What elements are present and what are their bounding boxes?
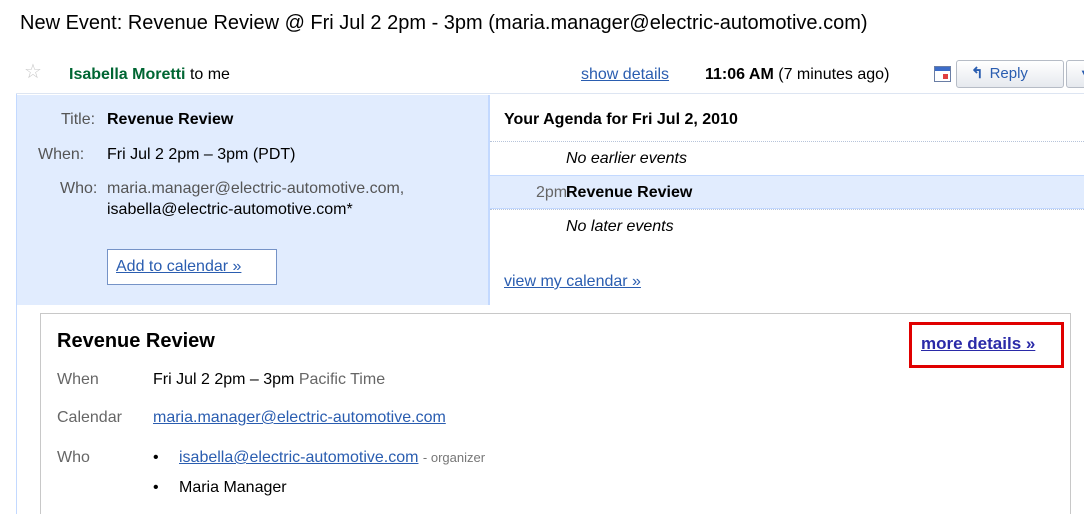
who-value-1: maria.manager@electric-automotive.com,: [107, 180, 405, 197]
agenda-event: No later events: [566, 218, 674, 235]
guest-bullet: •: [153, 449, 159, 466]
guest-name: Maria Manager: [179, 479, 287, 496]
guest-item: Maria Manager: [179, 479, 287, 497]
dropdown-arrow-icon: ▼: [1079, 66, 1084, 81]
reply-button[interactable]: ↰ Reply: [956, 60, 1064, 88]
add-to-calendar-button[interactable]: Add to calendar »: [107, 249, 277, 285]
event-details-card: Revenue Review more details » When Fri J…: [40, 313, 1071, 514]
reply-dropdown-button[interactable]: ▼: [1066, 60, 1084, 88]
event-who-label: Who: [57, 449, 90, 466]
recipient-text: to me: [189, 66, 230, 83]
reply-label: Reply: [989, 65, 1028, 82]
agenda-event: Revenue Review: [566, 184, 693, 201]
event-calendar-label: Calendar: [57, 409, 122, 426]
view-my-calendar-link[interactable]: view my calendar »: [504, 273, 641, 291]
invitation-summary: Title: Revenue Review When: Fri Jul 2 2p…: [17, 95, 488, 305]
who-label: Who:: [60, 180, 98, 197]
reply-arrow-icon: ↰: [971, 65, 984, 82]
title-value: Revenue Review: [107, 111, 234, 128]
star-icon[interactable]: ☆: [24, 62, 42, 82]
event-timezone: Pacific Time: [298, 371, 386, 388]
sender-name[interactable]: Isabella Moretti: [69, 66, 185, 83]
agenda-time: 2pm: [536, 184, 568, 201]
event-when-time: Fri Jul 2 2pm – 3pm: [153, 371, 295, 388]
event-when-label: When: [57, 371, 99, 388]
more-details-link[interactable]: more details »: [909, 322, 1064, 368]
agenda-row: No earlier events: [490, 141, 1084, 175]
calendar-icon[interactable]: [934, 66, 951, 82]
guest-role: - organizer: [422, 450, 486, 465]
sender-line: Isabella Moretti to me: [69, 66, 230, 84]
agenda-row-current[interactable]: 2pm Revenue Review: [490, 175, 1084, 209]
guest-item: isabella@electric-automotive.com - organ…: [179, 449, 485, 467]
agenda-title: Your Agenda for Fri Jul 2, 2010: [504, 111, 738, 128]
show-details-link[interactable]: show details: [581, 66, 669, 84]
message-timestamp: 11:06 AM (7 minutes ago): [705, 66, 889, 84]
who-value-2: isabella@electric-automotive.com*: [107, 201, 353, 218]
guest-bullet: •: [153, 479, 159, 496]
event-title: Revenue Review: [57, 330, 215, 352]
event-calendar-link[interactable]: maria.manager@electric-automotive.com: [153, 409, 446, 427]
title-label: Title:: [61, 111, 96, 128]
guest-email-link[interactable]: isabella@electric-automotive.com: [179, 449, 418, 466]
message-time: 11:06 AM: [705, 66, 774, 83]
message-time-ago: (7 minutes ago): [778, 66, 890, 83]
email-subject: New Event: Revenue Review @ Fri Jul 2 2p…: [20, 12, 868, 34]
agenda-row: No later events: [490, 209, 1084, 243]
when-value: Fri Jul 2 2pm – 3pm (PDT): [107, 146, 296, 163]
agenda-panel: Your Agenda for Fri Jul 2, 2010 No earli…: [490, 95, 1084, 305]
when-label: When:: [38, 146, 85, 163]
agenda-event: No earlier events: [566, 150, 687, 167]
event-when-value: Fri Jul 2 2pm – 3pm Pacific Time: [153, 371, 385, 389]
message-header: ☆ Isabella Moretti to me show details 11…: [16, 56, 1084, 94]
